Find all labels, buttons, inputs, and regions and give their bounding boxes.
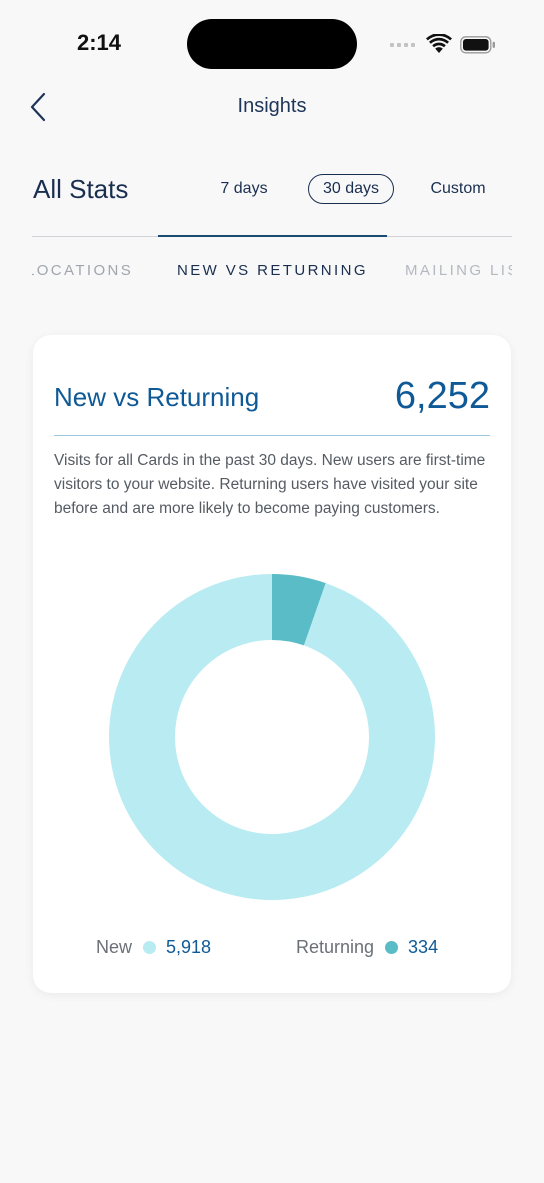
donut-chart [109,574,436,900]
legend-new-label: New [96,936,133,957]
card-title: New vs Returning [54,382,260,412]
wifi-icon [426,34,452,53]
tab-mailing-list[interactable]: MAILING LIST [405,262,512,279]
all-stats-heading: All Stats [33,174,129,204]
page-title: Insights [237,95,307,117]
battery-icon [460,36,495,54]
insights-screen: 2:14 Insights All Stats 7 days 30 days C… [0,0,544,1183]
legend-returning-value: 334 [408,936,439,957]
dynamic-island [187,19,357,69]
cellular-signal-icon [390,43,415,47]
legend-new-dot [143,940,157,954]
legend-returning-label: Returning [296,936,375,957]
new-vs-returning-card: New vs Returning 6,252 Visits for all Ca… [33,335,511,993]
donut-slice-new [109,574,436,900]
tab-new-vs-returning[interactable]: NEW VS RETURNING [177,262,368,279]
range-custom-button[interactable]: Custom [420,174,496,204]
total-visits-value: 6,252 [394,375,490,417]
status-time: 2:14 [77,30,122,55]
active-tab-indicator [158,235,387,237]
legend-new-value: 5,918 [166,936,212,957]
tab-bar[interactable]: LOCATIONS NEW VS RETURNING MAILING LIST [32,258,512,284]
legend-returning-dot [385,940,399,954]
legend-returning: Returning 334 [296,935,438,959]
range-30-days-button[interactable]: 30 days [308,174,394,204]
range-7-days-button[interactable]: 7 days [210,174,278,204]
card-description: Visits for all Cards in the past 30 days… [54,452,486,517]
legend-new: New 5,918 [96,935,211,959]
tab-locations[interactable]: LOCATIONS [32,262,133,279]
card-divider [54,435,490,436]
